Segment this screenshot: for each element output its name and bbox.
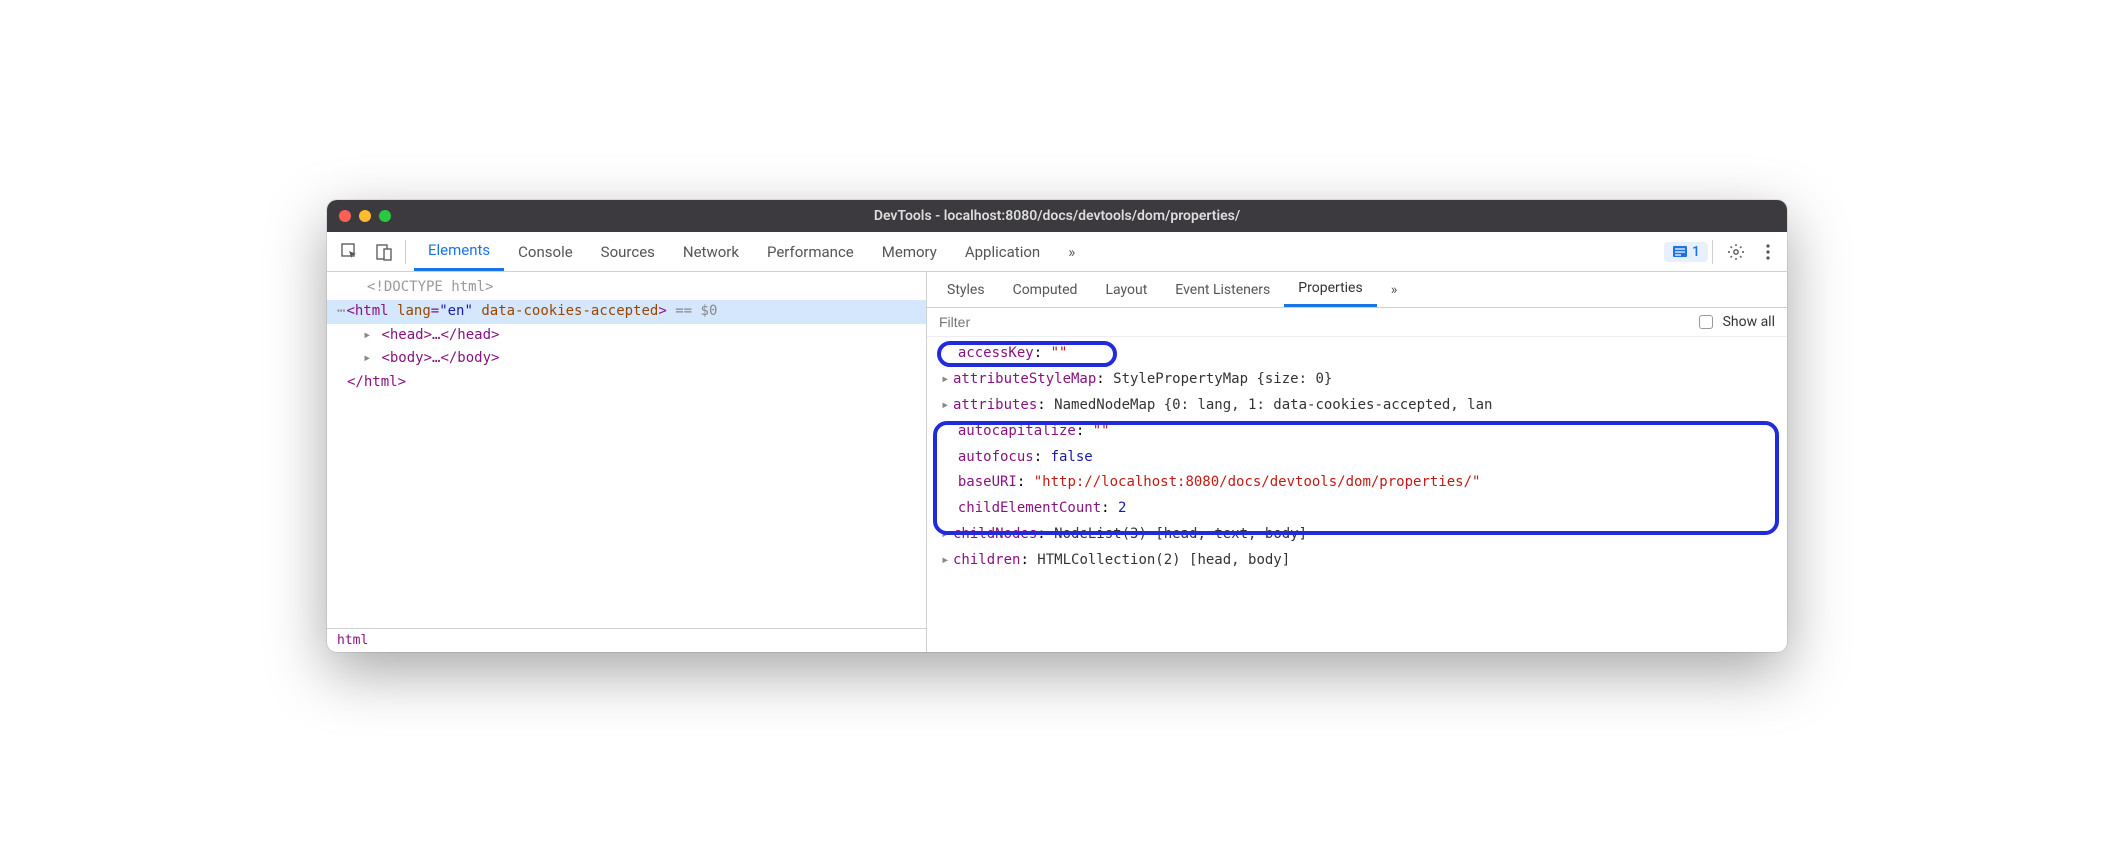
expand-icon[interactable]: ▸: [363, 324, 373, 348]
tab-performance[interactable]: Performance: [753, 232, 868, 271]
prop-attributes[interactable]: ▸attributes: NamedNodeMap {0: lang, 1: d…: [935, 393, 1779, 419]
tab-styles[interactable]: Styles: [933, 272, 999, 307]
kebab-icon: [1765, 243, 1771, 261]
dom-html-close[interactable]: </html>: [327, 371, 926, 395]
dom-tree[interactable]: <!DOCTYPE html> ⋯<html lang="en" data-co…: [327, 272, 926, 628]
main-toolbar: Elements Console Sources Network Perform…: [327, 232, 1787, 272]
prop-accesskey[interactable]: accessKey: "": [935, 341, 1779, 367]
dom-html-element[interactable]: ⋯<html lang="en" data-cookies-accepted> …: [327, 300, 926, 324]
expand-icon[interactable]: ▸: [941, 548, 953, 574]
expand-icon[interactable]: ▸: [941, 367, 953, 393]
settings-button[interactable]: [1717, 237, 1755, 267]
expand-icon[interactable]: ▸: [363, 347, 373, 371]
inspect-element-button[interactable]: [333, 237, 367, 267]
window-titlebar: DevTools - localhost:8080/docs/devtools/…: [327, 200, 1787, 232]
dom-head-element[interactable]: ▸ <head>…</head>: [327, 324, 926, 348]
tab-computed[interactable]: Computed: [999, 272, 1092, 307]
issues-badge[interactable]: 1: [1664, 242, 1708, 262]
prop-baseuri[interactable]: baseURI: "http://localhost:8080/docs/dev…: [935, 470, 1779, 496]
prop-childnodes[interactable]: ▸childNodes: NodeList(3) [head, text, bo…: [935, 522, 1779, 548]
show-all-checkbox[interactable]: [1699, 315, 1713, 329]
prop-children[interactable]: ▸children: HTMLCollection(2) [head, body…: [935, 548, 1779, 574]
gear-icon: [1727, 243, 1745, 261]
issues-count: 1: [1692, 244, 1700, 260]
main-tabs: Elements Console Sources Network Perform…: [414, 232, 1089, 271]
dom-doctype[interactable]: <!DOCTYPE html>: [327, 276, 926, 300]
filter-row: Show all: [927, 308, 1787, 337]
device-toolbar-button[interactable]: [367, 237, 401, 267]
tab-more[interactable]: »: [1377, 272, 1412, 307]
prop-autocapitalize[interactable]: autocapitalize: "": [935, 419, 1779, 445]
tab-more[interactable]: »: [1054, 232, 1089, 271]
show-all-label: Show all: [1723, 314, 1775, 330]
sidebar-tabs: Styles Computed Layout Event Listeners P…: [927, 272, 1787, 308]
properties-list[interactable]: accessKey: "" ▸attributeStyleMap: StyleP…: [927, 337, 1787, 652]
tab-event-listeners[interactable]: Event Listeners: [1161, 272, 1284, 307]
tab-layout[interactable]: Layout: [1091, 272, 1161, 307]
tab-network[interactable]: Network: [669, 232, 753, 271]
prop-childelementcount[interactable]: childElementCount: 2: [935, 496, 1779, 522]
tab-properties[interactable]: Properties: [1284, 272, 1376, 307]
toolbar-divider: [405, 240, 406, 264]
filter-input[interactable]: [939, 314, 1689, 330]
breadcrumb[interactable]: html: [327, 628, 926, 652]
dom-body-element[interactable]: ▸ <body>…</body>: [327, 347, 926, 371]
devtools-window: DevTools - localhost:8080/docs/devtools/…: [327, 200, 1787, 652]
tab-elements[interactable]: Elements: [414, 232, 504, 271]
expand-icon[interactable]: ▸: [941, 393, 953, 419]
content-area: <!DOCTYPE html> ⋯<html lang="en" data-co…: [327, 272, 1787, 652]
tab-console[interactable]: Console: [504, 232, 587, 271]
tab-memory[interactable]: Memory: [868, 232, 951, 271]
prop-autofocus[interactable]: autofocus: false: [935, 445, 1779, 471]
toolbar-divider: [1712, 240, 1713, 264]
expand-icon[interactable]: ▸: [941, 522, 953, 548]
more-menu-button[interactable]: [1755, 237, 1781, 267]
window-title: DevTools - localhost:8080/docs/devtools/…: [327, 208, 1787, 224]
tab-application[interactable]: Application: [951, 232, 1054, 271]
elements-panel: <!DOCTYPE html> ⋯<html lang="en" data-co…: [327, 272, 927, 652]
issues-icon: [1672, 244, 1688, 260]
prop-attributestylemap[interactable]: ▸attributeStyleMap: StylePropertyMap {si…: [935, 367, 1779, 393]
tab-sources[interactable]: Sources: [587, 232, 669, 271]
sidebar-panel: Styles Computed Layout Event Listeners P…: [927, 272, 1787, 652]
